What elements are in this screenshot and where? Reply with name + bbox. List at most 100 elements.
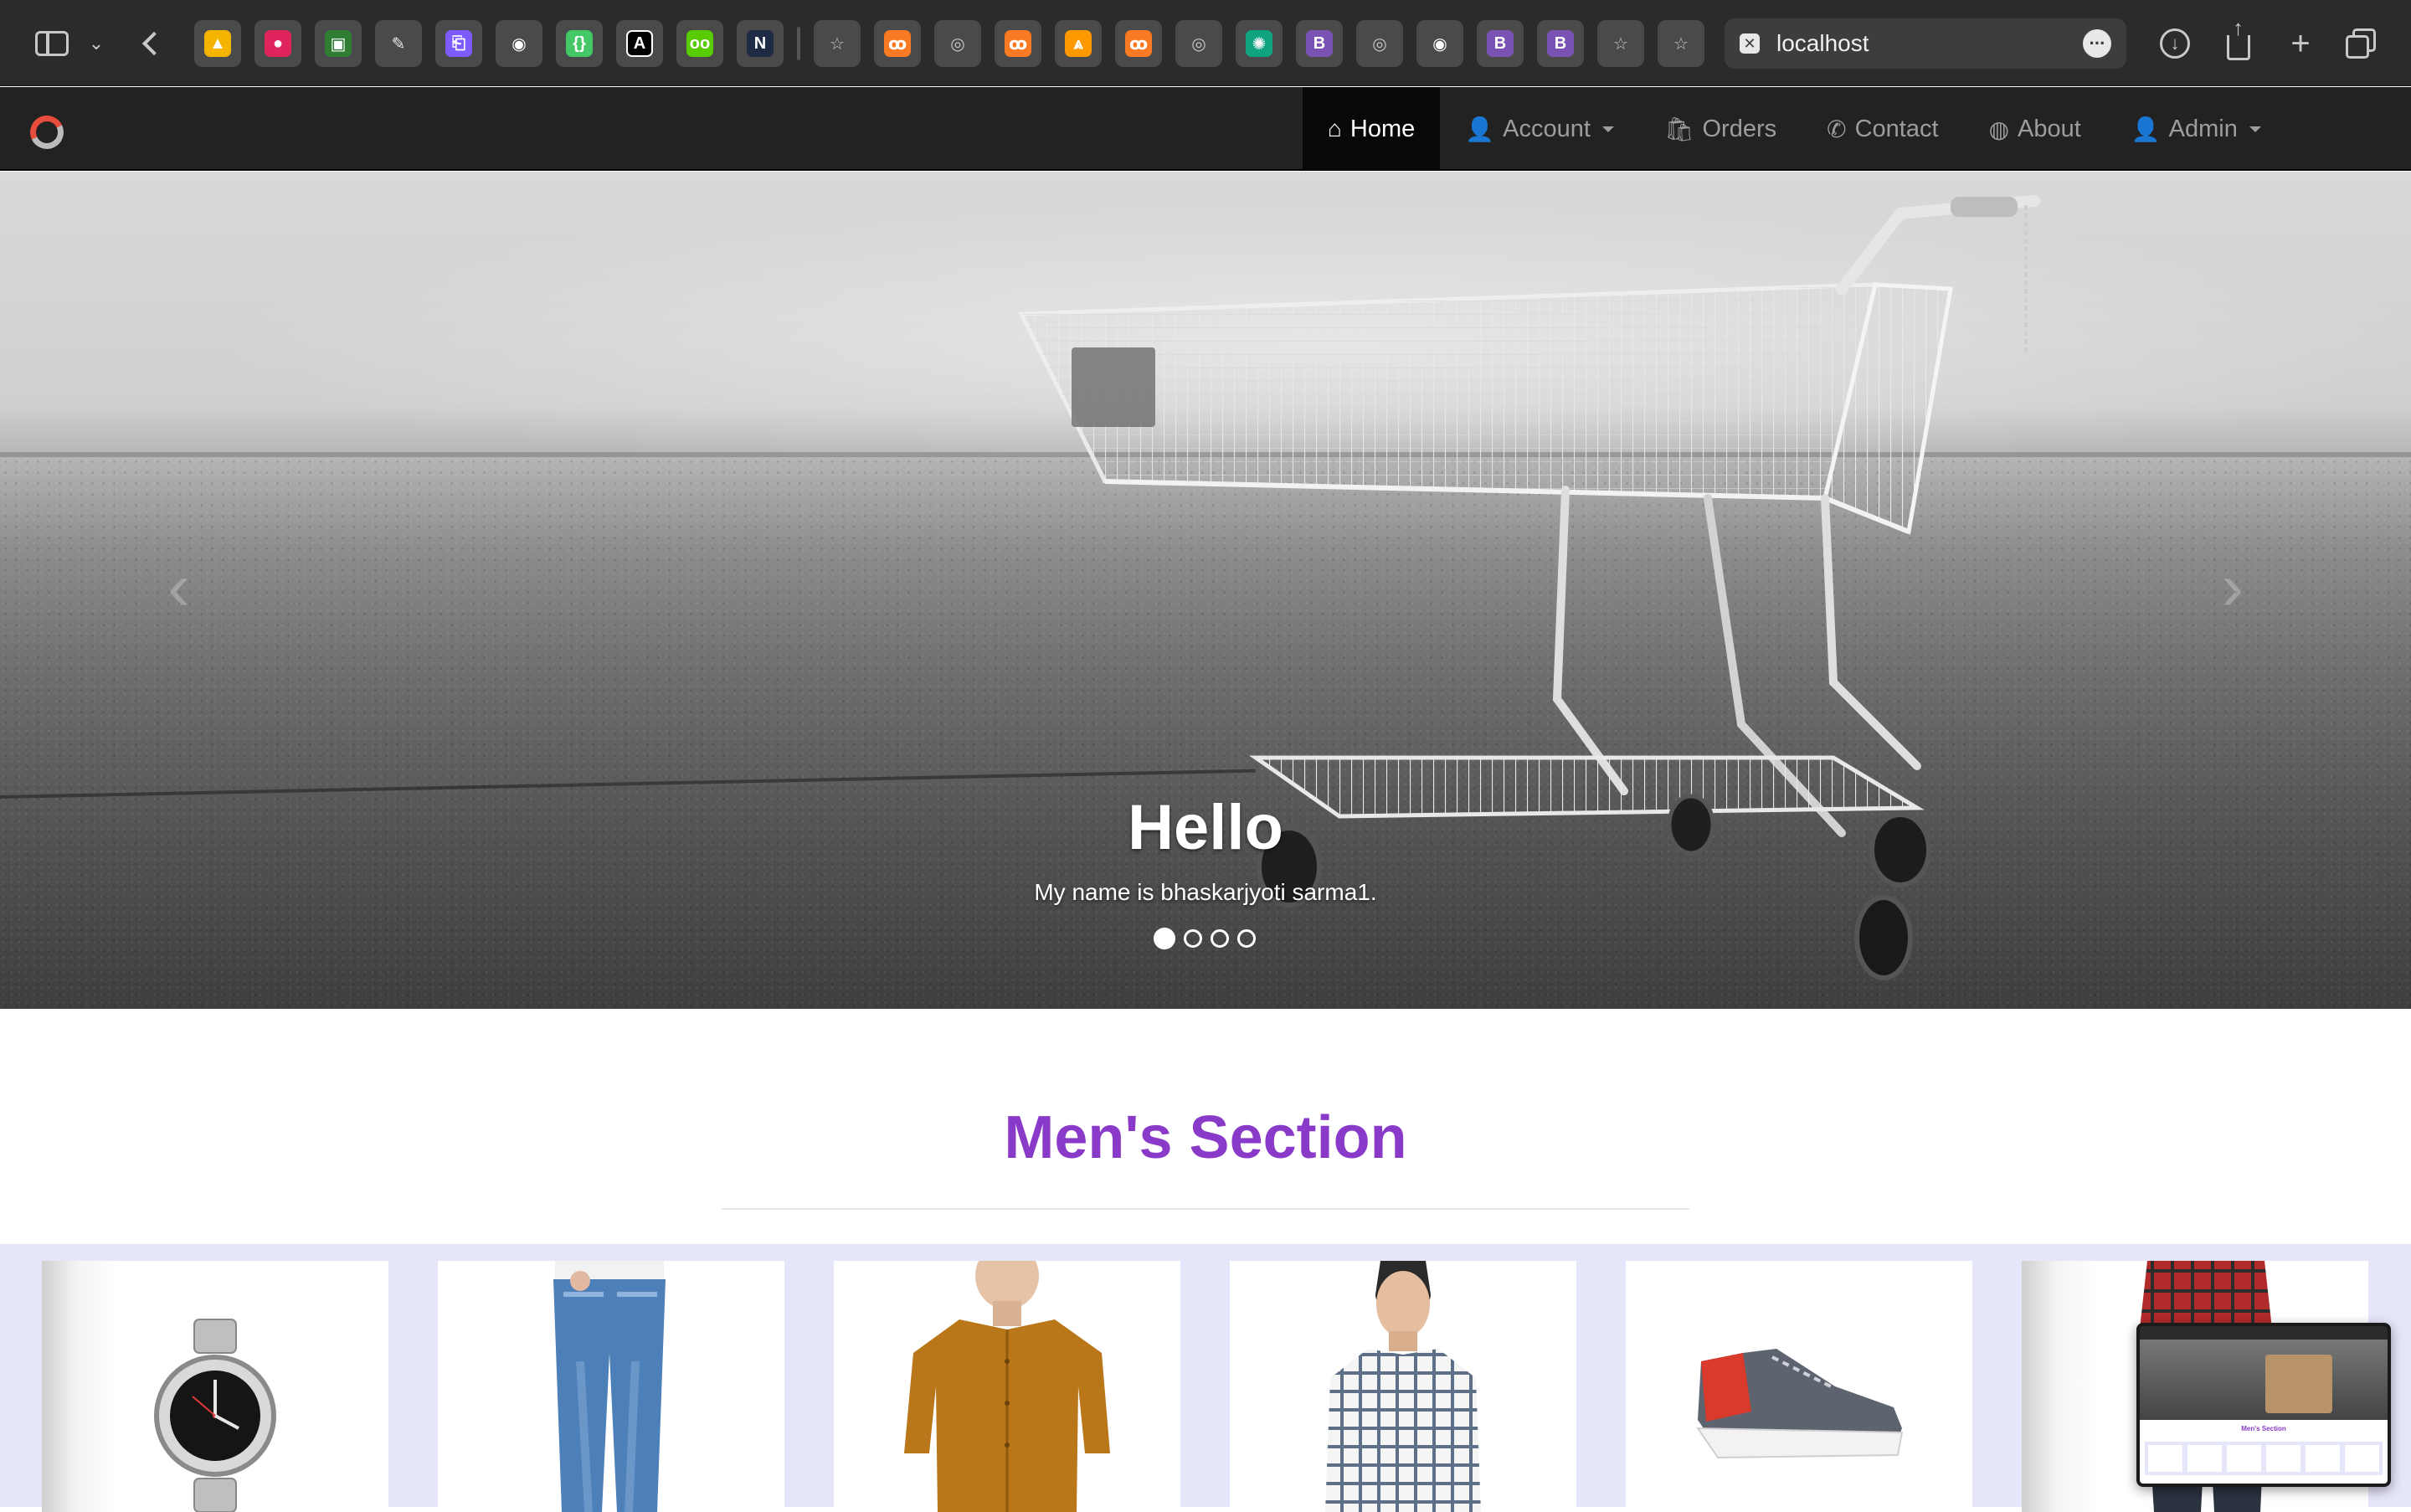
compass-3-icon: ◎ [1372, 34, 1387, 54]
nav-contact[interactable]: ✆ Contact [1802, 87, 1963, 171]
new-tab-button[interactable]: + [2280, 23, 2321, 64]
favorite-duolingo[interactable]: oo [676, 20, 723, 67]
github-icon: ◉ [512, 34, 527, 54]
favorite-aws[interactable]: ⩓ [1055, 20, 1102, 67]
star-1-icon: ☆ [830, 34, 845, 54]
quill-icon: ✎ [391, 34, 406, 54]
carousel-prev-control[interactable]: ‹ [167, 548, 190, 625]
xampp-3-icon: ꝏ [1125, 30, 1152, 57]
xampp-2-icon: ꝏ [1005, 30, 1031, 57]
carousel-indicator[interactable] [1237, 929, 1256, 948]
star-2-icon: ☆ [1613, 34, 1628, 54]
nextjs-icon: A [626, 30, 653, 57]
google-drive-icon: ▲ [204, 30, 231, 57]
downloads-button[interactable]: ↓ [2155, 23, 2195, 64]
favorite-xampp-2[interactable]: ꝏ [995, 20, 1041, 67]
download-icon: ↓ [2160, 28, 2190, 59]
section-divider [722, 1208, 1689, 1210]
star-3-icon: ☆ [1673, 34, 1689, 54]
favorite-star-3[interactable]: ☆ [1658, 20, 1704, 67]
user-icon: 👤 [1465, 116, 1495, 142]
preview-section-title: Men's Section [2241, 1425, 2286, 1432]
nav-label: Orders [1702, 115, 1777, 142]
share-icon [2227, 15, 2250, 60]
compass-1-icon: ◎ [950, 34, 965, 54]
carousel-indicator[interactable] [1211, 929, 1229, 948]
back-button[interactable] [134, 22, 167, 65]
nav-orders[interactable]: 🛍 Orders [1639, 87, 1802, 171]
carousel-indicators [1154, 928, 1256, 949]
carousel-caption-title: Hello [1128, 792, 1283, 863]
bootstrap-1-icon: B [1306, 30, 1333, 57]
nav-label: About [2018, 115, 2081, 142]
favorite-notion[interactable]: N [737, 20, 784, 67]
screenshot-thumbnail-preview[interactable]: Men's Section [2136, 1323, 2391, 1487]
favorite-quill[interactable]: ✎ [375, 20, 422, 67]
favorite-purple-clip[interactable]: ⎗ [435, 20, 482, 67]
product-card-blue-jeans[interactable] [438, 1261, 784, 1512]
favorite-star-1[interactable]: ☆ [814, 20, 861, 67]
nav-account[interactable]: 👤 Account [1440, 87, 1639, 171]
address-bar[interactable]: ✕ localhost ··· [1725, 18, 2126, 69]
share-button[interactable] [2218, 15, 2259, 64]
back-icon [141, 31, 167, 56]
more-options-icon[interactable]: ··· [2083, 29, 2111, 58]
favorite-xampp-3[interactable]: ꝏ [1115, 20, 1162, 67]
product-card-mustard-shirt[interactable] [834, 1261, 1180, 1512]
sidebar-icon [35, 31, 69, 56]
product-card-wristwatch[interactable] [42, 1261, 388, 1512]
favorite-nextjs[interactable]: A [616, 20, 663, 67]
product-card-checked-shirt[interactable] [1230, 1261, 1576, 1512]
favorite-compass-3[interactable]: ◎ [1356, 20, 1403, 67]
red-circle-icon: ● [265, 30, 291, 57]
favorites-bar: ▲ ● ▣ ✎ ⎗ ◉ {} Aoo N ☆ ꝏ ◎ ꝏ ⩓ ꝏ ◎ ✺ B ◎ ◉ B B ☆ ☆ [194, 20, 1704, 67]
nav-label: Home [1349, 115, 1416, 142]
carousel-indicator[interactable] [1184, 929, 1202, 948]
favorite-compass-1[interactable]: ◎ [934, 20, 981, 67]
carousel-indicator[interactable] [1154, 928, 1175, 949]
favorite-bootstrap-1[interactable]: B [1296, 20, 1343, 67]
xampp-1-icon: ꝏ [884, 30, 911, 57]
chevron-down-icon[interactable]: ⌄ [84, 22, 109, 65]
phone-icon: ✆ [1827, 116, 1847, 142]
carousel-caption-text: My name is bhaskarjyoti sarma1. [1034, 879, 1377, 905]
url-text: localhost [1776, 30, 1869, 56]
favorite-github[interactable]: ◉ [496, 20, 542, 67]
nav-about[interactable]: ◍ About [1964, 87, 2106, 171]
watch-image [154, 1319, 276, 1512]
jeans-image [553, 1261, 666, 1512]
nav-label: Account [1503, 115, 1591, 142]
favorite-bootstrap-3[interactable]: B [1537, 20, 1584, 67]
chatgpt-icon: ✺ [1246, 30, 1272, 57]
shirt-image [904, 1261, 1110, 1512]
nav-home[interactable]: ⌂ Home [1303, 87, 1441, 171]
checked-shirt-image [1325, 1261, 1481, 1512]
favorite-google-classroom[interactable]: ▣ [315, 20, 362, 67]
carousel-next-control[interactable]: › [2221, 548, 2244, 625]
favorite-chatgpt[interactable]: ✺ [1236, 20, 1283, 67]
nav-label: Admin [2168, 115, 2238, 142]
user-icon: 👤 [2131, 116, 2161, 142]
section-title: Men's Section [1004, 1104, 1407, 1171]
caret-down-icon [2249, 126, 2261, 132]
duolingo-icon: oo [686, 30, 713, 57]
product-card-sneaker[interactable] [1626, 1261, 1972, 1512]
green-brackets-icon: {} [566, 30, 593, 57]
shoe-image [1696, 1349, 1904, 1459]
favorite-xampp-1[interactable]: ꝏ [874, 20, 921, 67]
favorite-green-brackets[interactable]: {} [556, 20, 603, 67]
favorite-bootstrap-2[interactable]: B [1477, 20, 1524, 67]
favorite-red-circle[interactable]: ● [254, 20, 301, 67]
tab-overview-button[interactable] [2341, 23, 2381, 64]
sidebar-toggle-button[interactable] [30, 22, 74, 65]
nav-admin[interactable]: 👤 Admin [2106, 87, 2286, 171]
favorite-compass-2[interactable]: ◎ [1175, 20, 1222, 67]
shopping-bag-icon: 🛍 [1663, 116, 1694, 142]
compass-2-icon: ◎ [1191, 34, 1206, 54]
favorite-google-drive[interactable]: ▲ [194, 20, 241, 67]
site-favicon-icon: ✕ [1740, 33, 1760, 54]
favorite-github-2[interactable]: ◉ [1416, 20, 1463, 67]
favorite-star-2[interactable]: ☆ [1597, 20, 1644, 67]
brand-logo-icon[interactable] [25, 111, 69, 154]
hero-carousel: ‹ › Hello My name is bhaskarjyoti sarma1… [0, 172, 2411, 1009]
